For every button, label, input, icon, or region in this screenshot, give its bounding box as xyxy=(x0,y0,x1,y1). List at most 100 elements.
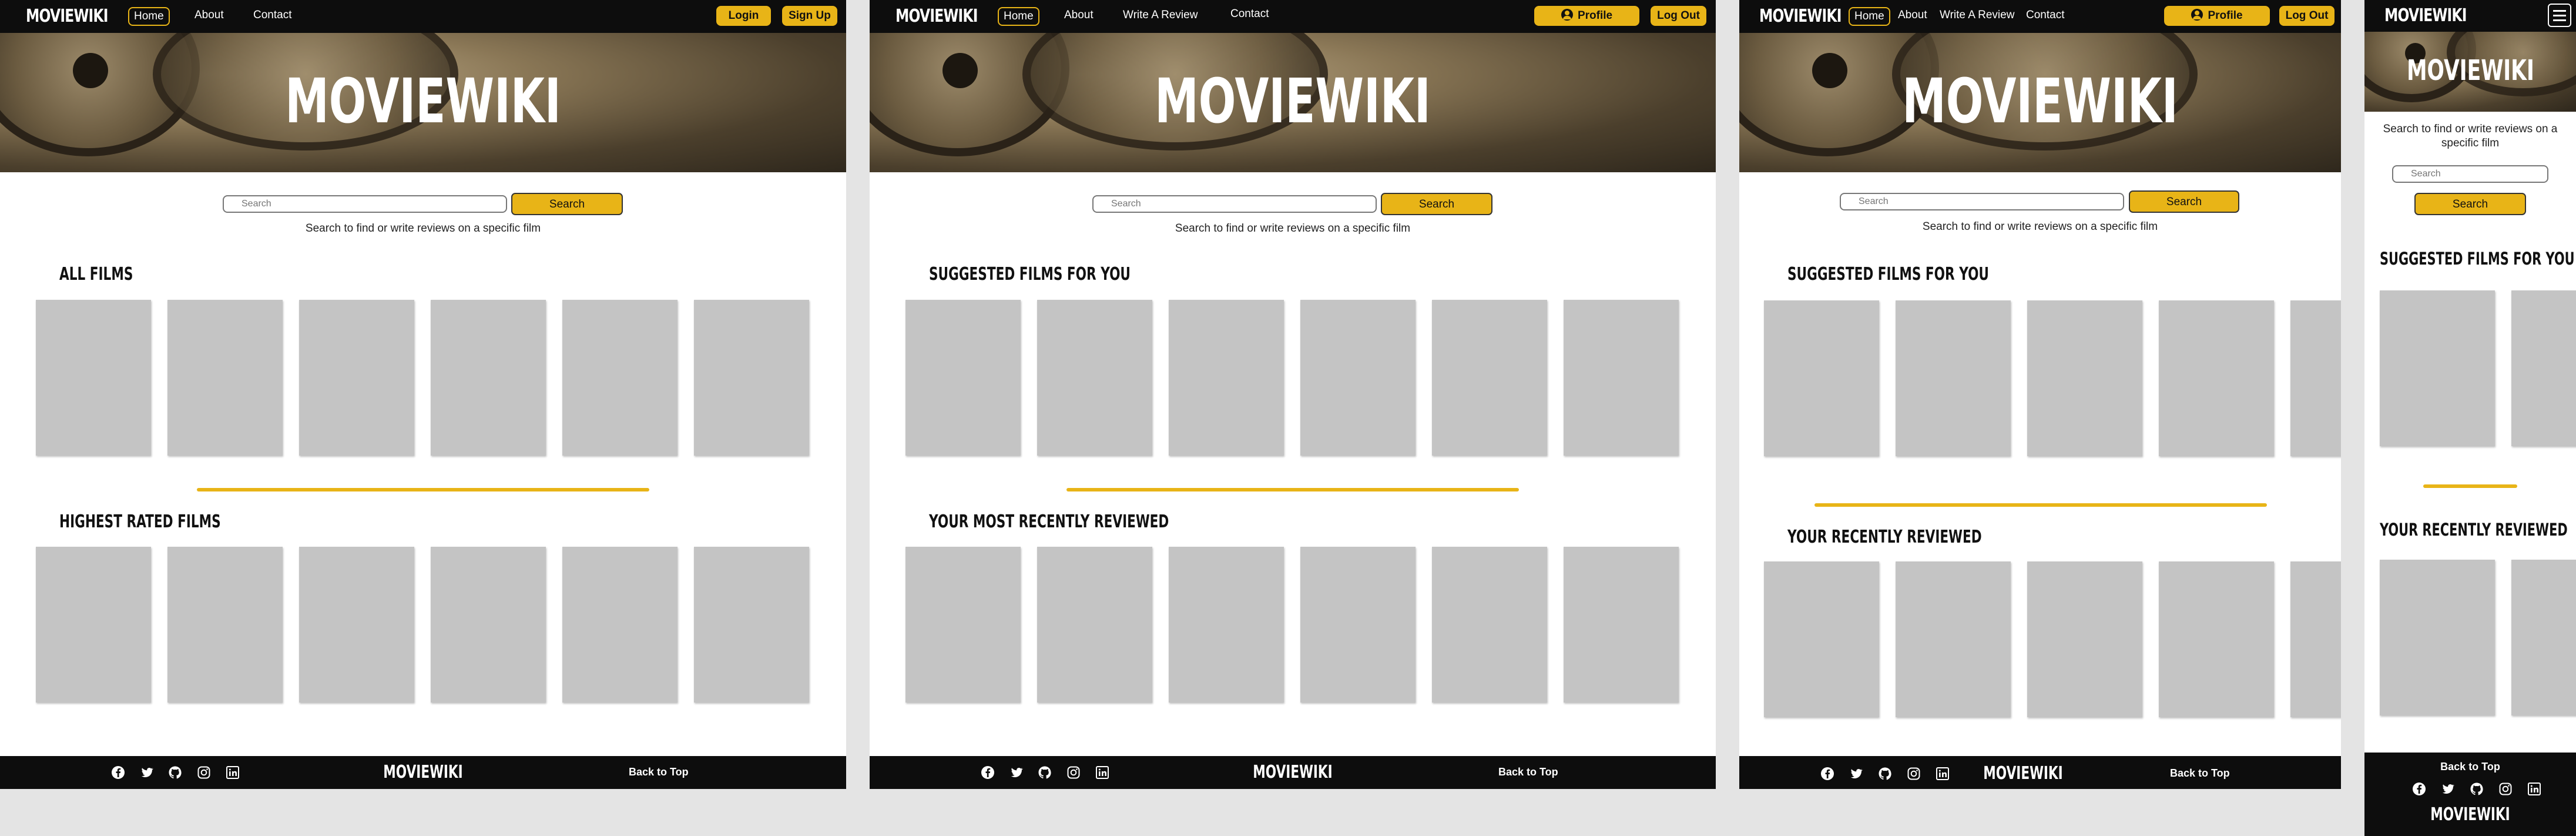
nav-contact-link[interactable]: Contact xyxy=(249,7,296,26)
linkedin-icon[interactable] xyxy=(226,765,240,780)
nav-home-link[interactable]: Home xyxy=(998,7,1039,26)
nav-brand[interactable]: MOVIEWIKI xyxy=(1759,0,1842,33)
back-to-top-link[interactable]: Back to Top xyxy=(2170,767,2230,780)
logout-button[interactable]: Log Out xyxy=(2279,6,2334,26)
nav-contact-link[interactable]: Contact xyxy=(1226,6,1273,25)
hero-banner: MOVIEWIKI xyxy=(1739,33,2341,172)
profile-button[interactable]: Profile xyxy=(2164,6,2270,26)
hamburger-menu-icon[interactable] xyxy=(2548,4,2571,27)
nav-home-link[interactable]: Home xyxy=(128,7,170,26)
navbar: MOVIEWIKI xyxy=(2364,0,2576,32)
facebook-icon[interactable] xyxy=(981,765,995,780)
nav-about-link[interactable]: About xyxy=(190,7,229,26)
nav-about-link[interactable]: About xyxy=(1059,7,1098,26)
twitter-icon[interactable] xyxy=(1009,765,1024,780)
film-card[interactable] xyxy=(1764,561,1879,717)
github-icon[interactable] xyxy=(1878,767,1892,781)
film-card[interactable] xyxy=(36,547,151,703)
facebook-icon[interactable] xyxy=(2412,782,2426,796)
github-icon[interactable] xyxy=(1038,765,1052,780)
nav-home-link[interactable]: Home xyxy=(1849,7,1890,26)
film-card[interactable] xyxy=(1564,300,1679,456)
signup-button[interactable]: Sign Up xyxy=(782,6,837,26)
film-card[interactable] xyxy=(1169,300,1284,456)
film-card[interactable] xyxy=(1896,561,2011,717)
film-card[interactable] xyxy=(1896,300,2011,456)
linkedin-icon[interactable] xyxy=(2527,782,2541,796)
github-icon[interactable] xyxy=(168,765,182,780)
film-card[interactable] xyxy=(2511,290,2576,446)
film-card[interactable] xyxy=(694,547,809,703)
film-card[interactable] xyxy=(1432,300,1547,456)
nav-write-review-link[interactable]: Write A Review xyxy=(1118,7,1202,26)
film-card[interactable] xyxy=(1764,300,1879,456)
section-title-recently-reviewed: YOUR RECENTLY REVIEWED xyxy=(2380,520,2568,540)
search-button[interactable]: Search xyxy=(511,193,623,215)
section-divider xyxy=(2423,484,2517,488)
film-card[interactable] xyxy=(2511,560,2576,715)
film-card[interactable] xyxy=(694,300,809,456)
twitter-icon[interactable] xyxy=(1849,767,1863,781)
search-help-text: Search to find or write reviews on a spe… xyxy=(1922,220,2158,233)
film-card[interactable] xyxy=(167,547,283,703)
film-card[interactable] xyxy=(1037,300,1152,456)
search-input[interactable] xyxy=(1840,193,2124,210)
nav-about-link[interactable]: About xyxy=(1893,7,1932,26)
back-to-top-link[interactable]: Back to Top xyxy=(1498,766,1558,778)
film-card[interactable] xyxy=(1300,547,1416,703)
film-card[interactable] xyxy=(2380,560,2495,715)
section-divider xyxy=(1814,503,2267,507)
back-to-top-link[interactable]: Back to Top xyxy=(629,766,689,778)
film-card[interactable] xyxy=(1169,547,1284,703)
film-card[interactable] xyxy=(36,300,151,456)
film-card[interactable] xyxy=(1300,300,1416,456)
instagram-icon[interactable] xyxy=(1066,765,1081,780)
facebook-icon[interactable] xyxy=(1820,767,1834,781)
film-card[interactable] xyxy=(905,547,1021,703)
logout-button[interactable]: Log Out xyxy=(1651,6,1706,26)
search-input[interactable] xyxy=(223,195,507,213)
linkedin-icon[interactable] xyxy=(1936,767,1950,781)
film-card[interactable] xyxy=(2027,300,2142,456)
nav-contact-link[interactable]: Contact xyxy=(2021,7,2069,26)
film-card[interactable] xyxy=(431,547,546,703)
nav-brand[interactable]: MOVIEWIKI xyxy=(2384,0,2467,32)
film-card[interactable] xyxy=(431,300,546,456)
film-card[interactable] xyxy=(167,300,283,456)
linkedin-icon[interactable] xyxy=(1095,765,1109,780)
film-card[interactable] xyxy=(2159,300,2274,456)
search-input[interactable] xyxy=(2392,165,2548,183)
film-card[interactable] xyxy=(2290,300,2341,456)
back-to-top-link[interactable]: Back to Top xyxy=(2364,761,2576,773)
search-button[interactable]: Search xyxy=(2129,190,2239,213)
footer: MOVIEWIKI Back to Top xyxy=(870,756,1716,789)
film-card[interactable] xyxy=(562,547,677,703)
film-card[interactable] xyxy=(2027,561,2142,717)
github-icon[interactable] xyxy=(2470,782,2484,796)
film-card[interactable] xyxy=(2290,561,2341,717)
film-card[interactable] xyxy=(1564,547,1679,703)
nav-brand[interactable]: MOVIEWIKI xyxy=(895,0,978,33)
instagram-icon[interactable] xyxy=(2498,782,2513,796)
facebook-icon[interactable] xyxy=(111,765,125,780)
search-button[interactable]: Search xyxy=(1381,193,1492,215)
instagram-icon[interactable] xyxy=(1907,767,1921,781)
profile-button[interactable]: Profile xyxy=(1534,6,1639,26)
twitter-icon[interactable] xyxy=(140,765,154,780)
film-card[interactable] xyxy=(2380,290,2495,446)
nav-brand[interactable]: MOVIEWIKI xyxy=(26,0,108,33)
film-card[interactable] xyxy=(299,547,414,703)
film-card[interactable] xyxy=(1037,547,1152,703)
nav-write-review-link[interactable]: Write A Review xyxy=(1935,7,2019,26)
user-icon xyxy=(2191,9,2203,21)
film-card[interactable] xyxy=(1432,547,1547,703)
instagram-icon[interactable] xyxy=(197,765,211,780)
search-input[interactable] xyxy=(1092,195,1377,213)
twitter-icon[interactable] xyxy=(2441,782,2455,796)
film-card[interactable] xyxy=(299,300,414,456)
login-button[interactable]: Login xyxy=(716,6,771,26)
search-button[interactable]: Search xyxy=(2414,193,2526,215)
film-card[interactable] xyxy=(905,300,1021,456)
film-card[interactable] xyxy=(2159,561,2274,717)
film-card[interactable] xyxy=(562,300,677,456)
